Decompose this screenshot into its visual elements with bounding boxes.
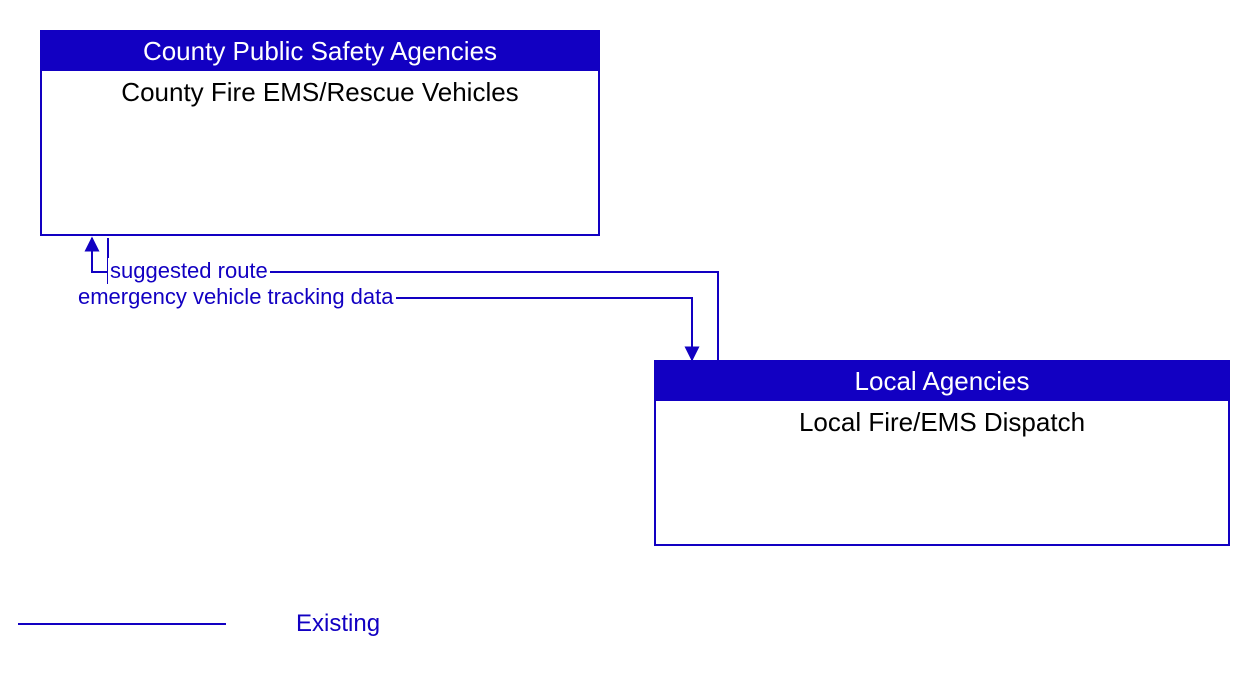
legend-existing-label: Existing: [296, 610, 380, 638]
entity-local-agencies: Local Agencies Local Fire/EMS Dispatch: [654, 360, 1230, 546]
diagram-canvas: County Public Safety Agencies County Fir…: [0, 0, 1252, 688]
flow-suggested-route-label: suggested route: [108, 258, 270, 284]
entity-local-header: Local Agencies: [656, 362, 1228, 401]
entity-county-header: County Public Safety Agencies: [42, 32, 598, 71]
entity-county-public-safety: County Public Safety Agencies County Fir…: [40, 30, 600, 236]
entity-local-body: Local Fire/EMS Dispatch: [656, 401, 1228, 438]
entity-county-body: County Fire EMS/Rescue Vehicles: [42, 71, 598, 108]
flow-tracking-data-label: emergency vehicle tracking data: [76, 284, 396, 310]
